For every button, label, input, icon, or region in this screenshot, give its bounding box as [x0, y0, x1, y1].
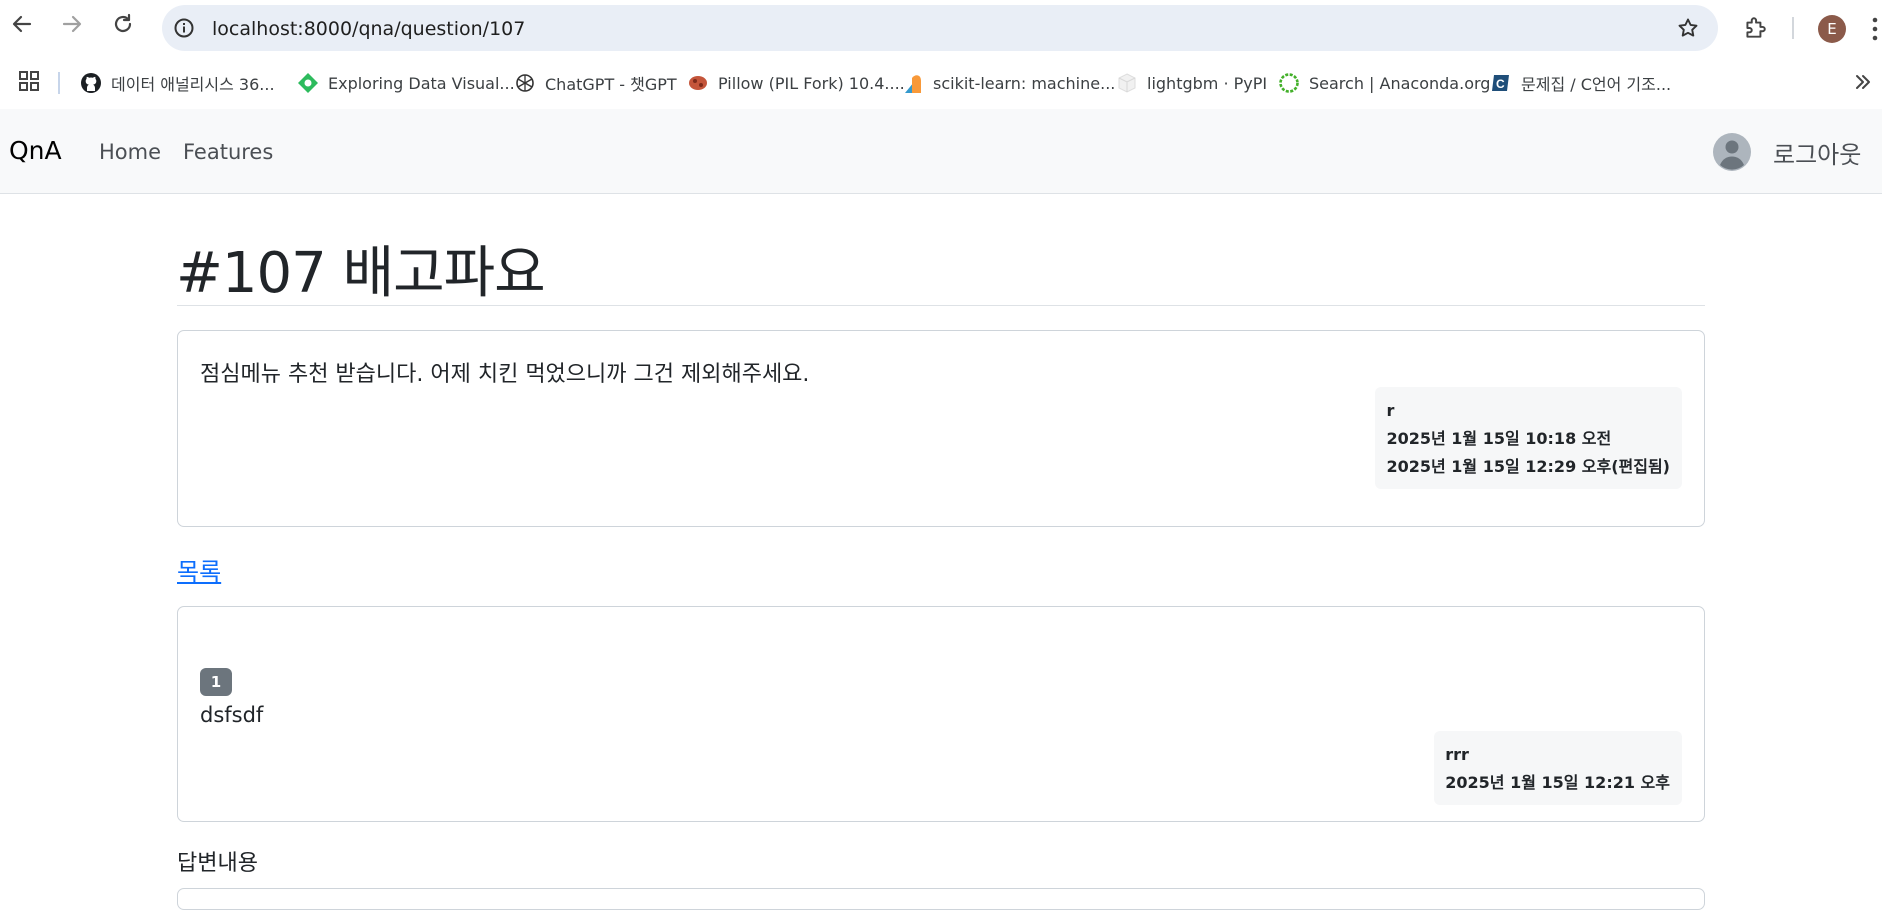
bookmark-label: 데이터 애널리시스 36... [111, 75, 275, 94]
forward-arrow-icon[interactable] [60, 12, 84, 36]
logout-link[interactable]: 로그아웃 [1773, 135, 1861, 170]
answer-created-date: 2025년 1월 15일 12:21 오후 [1445, 773, 1670, 792]
apps-grid-icon[interactable] [18, 70, 40, 92]
diamond-icon [298, 73, 318, 93]
codeup-icon: C [1492, 75, 1509, 91]
answer-author: rrr [1445, 745, 1469, 764]
site-navbar: QnA Home Features 로그아웃 [0, 109, 1882, 194]
browser-menu-icon[interactable] [1870, 16, 1880, 42]
anaconda-icon [1279, 73, 1299, 93]
bookmark-item[interactable]: Pillow (PIL Fork) 10.4.... [687, 69, 905, 97]
url-text[interactable]: localhost:8000/qna/question/107 [212, 18, 525, 40]
answer-content: dsfsdf [200, 703, 264, 727]
title-divider [177, 305, 1705, 306]
bookmark-item[interactable]: 데이터 애널리시스 36... [80, 69, 275, 97]
answer-number-badge: 1 [200, 668, 232, 696]
nav-link-home[interactable]: Home [99, 140, 161, 164]
answer-form-label: 답변내용 [177, 851, 258, 876]
extensions-puzzle-icon[interactable] [1742, 15, 1768, 41]
bookmark-item[interactable]: ChatGPT - 챗GPT [514, 69, 677, 97]
bookmark-item[interactable]: scikit-learn: machine... [902, 69, 1115, 97]
bookmark-label: Pillow (PIL Fork) 10.4.... [718, 73, 905, 93]
toolbar-divider [1792, 17, 1794, 39]
answer-card: 1 dsfsdf rrr 2025년 1월 15일 12:21 오후 [177, 606, 1705, 822]
question-meta-badge: r 2025년 1월 15일 10:18 오전 2025년 1월 15일 12:… [1375, 387, 1682, 489]
svg-text:C: C [1496, 77, 1505, 91]
answer-meta-badge: rrr 2025년 1월 15일 12:21 오후 [1434, 731, 1682, 805]
user-avatar-icon[interactable] [1713, 133, 1751, 171]
question-created-date: 2025년 1월 15일 10:18 오전 [1386, 429, 1612, 448]
sklearn-icon [905, 75, 921, 93]
question-modified-date: 2025년 1월 15일 12:29 오후(편집됨) [1386, 457, 1670, 476]
back-to-list-link[interactable]: 목록 [177, 552, 221, 587]
bookmark-label: scikit-learn: machine... [933, 73, 1116, 93]
reload-icon[interactable] [111, 12, 135, 36]
bookmark-label: 문제집 / C언어 기조... [1521, 75, 1672, 94]
pillow-icon [689, 76, 707, 90]
address-bar[interactable]: localhost:8000/qna/question/107 [162, 5, 1718, 51]
pypi-icon [1118, 73, 1136, 93]
back-arrow-icon[interactable] [10, 12, 34, 36]
chevron-double-right-icon[interactable] [1852, 70, 1874, 94]
site-info-icon[interactable] [172, 16, 196, 40]
answer-textarea[interactable] [177, 888, 1705, 910]
bookmark-label: Search | Anaconda.org [1309, 73, 1491, 93]
bookmark-item[interactable]: Search | Anaconda.org [1278, 69, 1490, 97]
openai-icon [516, 74, 534, 92]
bookmarks-bar: 데이터 애널리시스 36... Exploring Data Visual...… [0, 57, 1882, 110]
bookmark-label: Exploring Data Visual... [328, 73, 515, 93]
bookmark-star-icon[interactable] [1676, 16, 1700, 40]
bookmark-item[interactable]: Exploring Data Visual... [297, 69, 515, 97]
bookmark-label: lightgbm · PyPI [1147, 73, 1268, 93]
question-title: #107 배고파요 [176, 241, 546, 306]
question-content: 점심메뉴 추천 받습니다. 어제 치킨 먹었으니까 그건 제외해주세요. [200, 362, 810, 387]
question-author: r [1386, 401, 1395, 420]
bookmark-item[interactable]: C 문제집 / C언어 기조... [1490, 69, 1671, 97]
brand-logo[interactable]: QnA [9, 136, 62, 165]
question-card: 점심메뉴 추천 받습니다. 어제 치킨 먹었으니까 그건 제외해주세요. r 2… [177, 330, 1705, 527]
bookmark-label: ChatGPT - 챗GPT [545, 75, 677, 94]
browser-toolbar: localhost:8000/qna/question/107 E [0, 0, 1882, 57]
github-icon [81, 73, 101, 93]
bookmarks-divider [58, 72, 60, 94]
nav-link-features[interactable]: Features [183, 140, 273, 164]
bookmark-item[interactable]: lightgbm · PyPI [1116, 69, 1267, 97]
profile-avatar[interactable]: E [1818, 15, 1846, 43]
